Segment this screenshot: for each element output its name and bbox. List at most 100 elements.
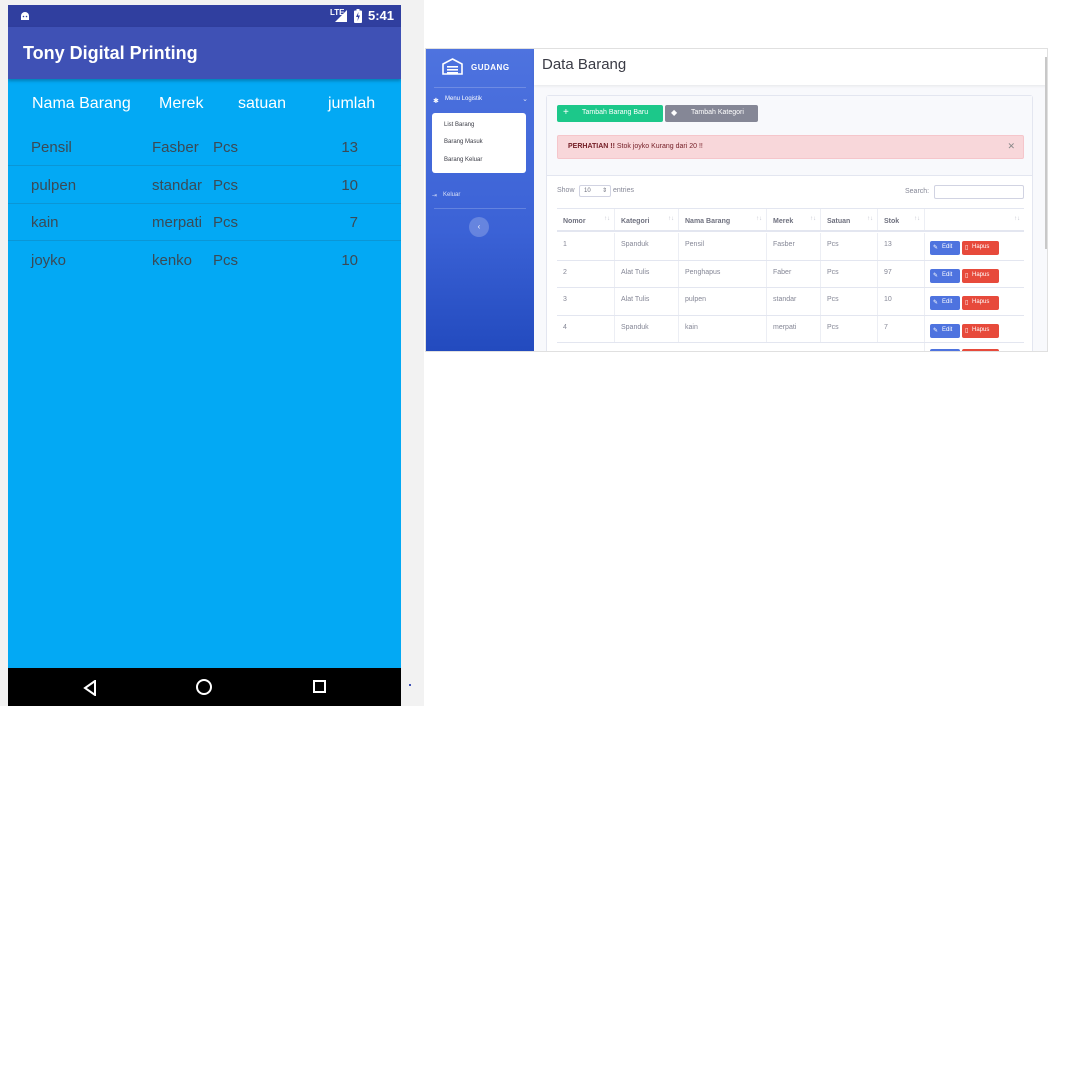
th-actions[interactable]: ↑↓ [924, 209, 1024, 230]
th-satuan[interactable]: Satuan ↑↓ [820, 209, 877, 230]
navigation-bar [8, 668, 401, 706]
add-category-button[interactable]: ◆ Tambah Kategori [665, 105, 758, 122]
th-nama-barang[interactable]: Nama Barang ↑↓ [678, 209, 766, 230]
item-qty: 7 [349, 214, 358, 231]
edit-button[interactable] [930, 349, 960, 351]
td-nomor: 1 [557, 233, 614, 260]
submenu-barang-masuk[interactable]: Barang Masuk [444, 139, 483, 145]
warehouse-icon [442, 58, 463, 75]
td-nomor: 4 [557, 316, 614, 342]
home-icon[interactable] [196, 679, 212, 695]
sidebar-item-menu-logistik[interactable]: ✱ Menu Logistik ⌄ [433, 95, 528, 109]
list-item[interactable]: kain merpati Pcs 7 [8, 204, 401, 241]
trash-icon: ▯ [965, 245, 969, 251]
td-stok: 7 [877, 316, 924, 342]
td-stok: 97 [877, 261, 924, 287]
cell-text: Fasber [773, 241, 795, 248]
item-unit: Pcs [213, 252, 239, 269]
edit-button[interactable]: ✎ Edit [930, 241, 960, 255]
sidebar-item-label: Menu Logistik [445, 96, 483, 102]
th-label: Nama Barang [685, 218, 731, 225]
sort-icon: ↑↓ [914, 216, 920, 222]
th-label: Nomor [563, 218, 586, 225]
sidebar-brand[interactable]: GUDANG [426, 49, 534, 87]
item-name: kain [31, 214, 59, 231]
sidebar-divider [434, 208, 526, 209]
delete-button[interactable] [962, 349, 999, 351]
scrollbar[interactable] [1045, 57, 1047, 249]
delete-button[interactable]: ▯ Hapus [962, 324, 999, 338]
sidebar-item-keluar[interactable]: ⇥ Keluar [432, 191, 522, 203]
signal-icon [335, 10, 347, 22]
cell-text: Pcs [827, 324, 839, 331]
cell-text: Spanduk [621, 241, 649, 248]
sort-icon: ↑↓ [810, 216, 816, 222]
table-row: 2 Alat Tulis Penghapus Faber Pcs 97 ✎ Edi… [557, 261, 1024, 288]
cell-text: 2 [563, 269, 567, 276]
delete-button[interactable]: ▯ Hapus [962, 296, 999, 310]
trash-icon: ▯ [965, 300, 969, 306]
td-satuan: Pcs [820, 288, 877, 315]
delete-button[interactable]: ▯ Hapus [962, 269, 999, 283]
composite-screenshot: LTE 5:41 Tony Digital Printing Nama Bara… [0, 0, 1080, 1080]
chevron-down-icon: ⌄ [522, 96, 528, 103]
item-qty: 10 [341, 177, 358, 194]
th-nomor[interactable]: Nomor ↑↓ [557, 209, 614, 230]
header-satuan: satuan [238, 95, 287, 112]
edit-button[interactable]: ✎ Edit [930, 324, 960, 338]
status-bar: LTE 5:41 [8, 5, 401, 27]
list-item[interactable]: pulpen standar Pcs 10 [8, 167, 401, 204]
back-icon[interactable] [83, 680, 97, 696]
search-input[interactable] [934, 185, 1024, 199]
table-row-partial [557, 343, 1024, 351]
card-header: + Tambah Barang Baru ◆ Tambah Kategori P… [547, 96, 1032, 176]
list-header: Nama Barang Merek satuan jumlah [8, 85, 401, 125]
td-satuan: Pcs [820, 233, 877, 260]
recent-apps-icon[interactable] [313, 680, 326, 693]
submenu-list-barang[interactable]: List Barang [444, 122, 474, 128]
table-row: 1 Spanduk Pensil Fasber Pcs 13 ✎ Edit ▯ Ha… [557, 233, 1024, 261]
edit-icon: ✎ [933, 245, 939, 251]
table-header-row: Nomor ↑↓ Kategori ↑↓ Nama Barang ↑↓ Merek ↑↓… [557, 208, 1024, 232]
sidebar-toggle-button[interactable]: ‹ [469, 217, 489, 237]
cell-text: Alat Tulis [621, 296, 650, 303]
item-qty: 13 [341, 139, 358, 156]
th-kategori[interactable]: Kategori ↑↓ [614, 209, 678, 230]
th-merek[interactable]: Merek ↑↓ [766, 209, 820, 230]
td-merek: standar [766, 288, 820, 315]
item-name: joyko [31, 252, 67, 269]
brand-name: GUDANG [471, 63, 510, 72]
submenu-barang-keluar[interactable]: Barang Keluar [444, 157, 482, 163]
edit-icon: ✎ [933, 273, 939, 279]
android-notification-icon [21, 12, 29, 20]
close-icon[interactable]: ✕ [1007, 141, 1015, 152]
entries-label: entries [613, 187, 635, 194]
list-item[interactable]: Pensil Fasber Pcs 13 [8, 129, 401, 166]
td-merek: merpati [766, 316, 820, 342]
entries-value: 10 [584, 188, 591, 194]
entries-select[interactable]: 10 ⇕ [579, 185, 611, 197]
list-item[interactable]: joyko kenko Pcs 10 [8, 242, 401, 279]
td-nama-barang: Pensil [678, 233, 766, 260]
edit-button[interactable]: ✎ Edit [930, 269, 960, 283]
td-merek: Fasber [766, 233, 820, 260]
cell-text: merpati [773, 324, 797, 331]
delete-label: Hapus [972, 244, 990, 250]
td-nama-barang: Penghapus [678, 261, 766, 287]
edit-button[interactable]: ✎ Edit [930, 296, 960, 310]
item-qty: 10 [341, 252, 358, 269]
add-item-button[interactable]: + Tambah Barang Baru [557, 105, 663, 122]
edit-label: Edit [942, 244, 953, 250]
table-row: 3 Alat Tulis pulpen standar Pcs 10 ✎ Edit… [557, 288, 1024, 316]
item-name: Pensil [31, 139, 72, 156]
search-label: Search: [905, 188, 930, 195]
header-nama-barang: Nama Barang [32, 95, 131, 112]
delete-button[interactable]: ▯ Hapus [962, 241, 999, 255]
td-kategori: Alat Tulis [614, 288, 678, 315]
sort-icon: ↑↓ [1014, 216, 1020, 222]
add-item-label: Tambah Barang Baru [582, 109, 649, 116]
td-kategori: Spanduk [614, 316, 678, 342]
cell-text: Pensil [685, 241, 705, 248]
th-stok[interactable]: Stok ↑↓ [877, 209, 924, 230]
item-unit: Pcs [213, 139, 239, 156]
